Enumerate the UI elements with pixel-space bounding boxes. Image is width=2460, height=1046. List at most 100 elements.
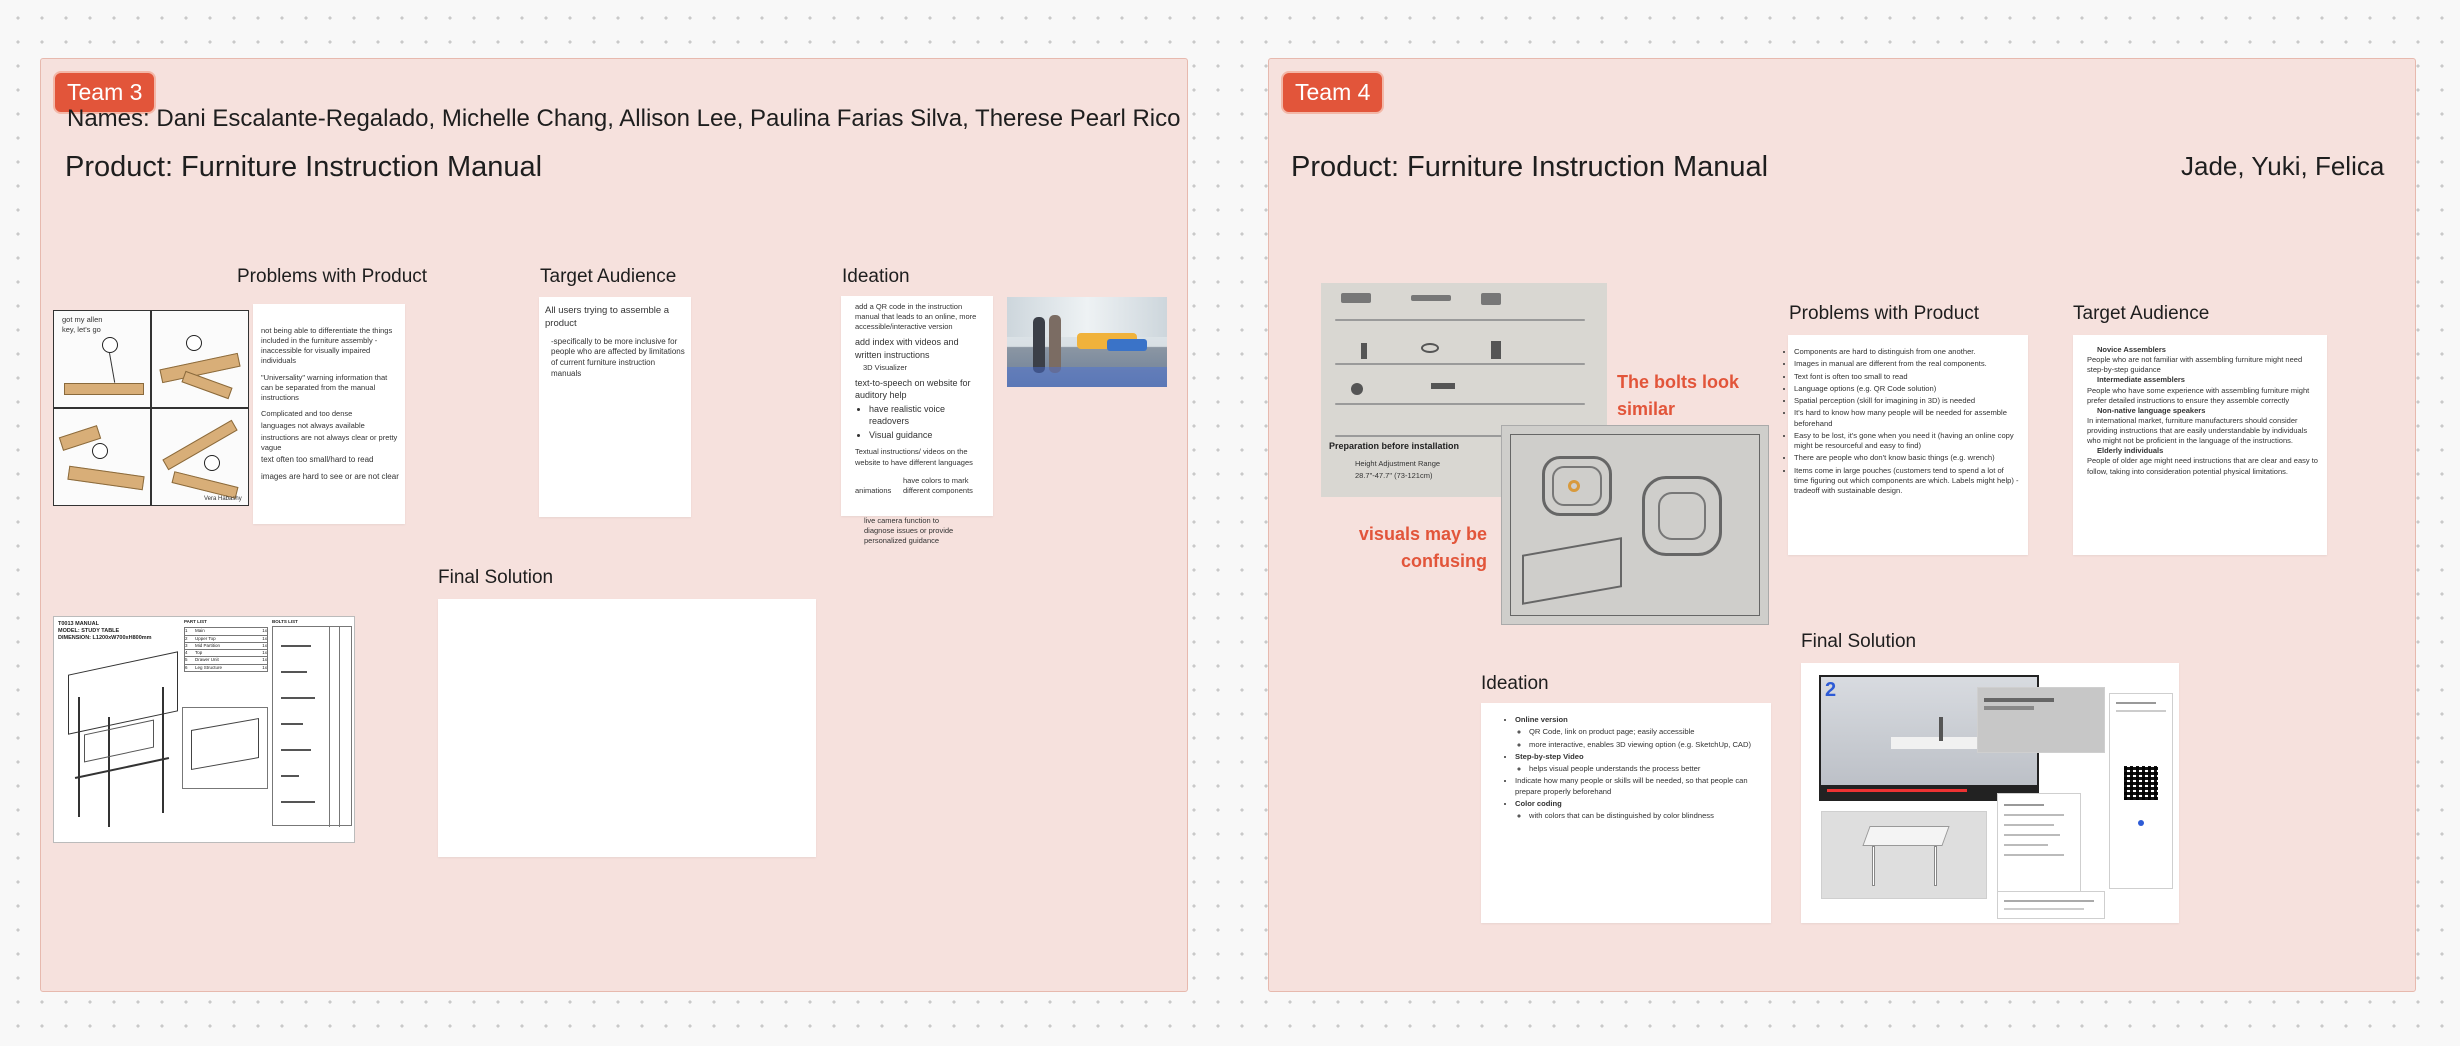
team3-manual-image: T0013 MANUAL MODEL: STUDY TABLE DIMENSIO…: [53, 616, 355, 843]
manual-model: MODEL: STUDY TABLE: [58, 628, 120, 635]
team3-audience-heading: Target Audience: [540, 266, 677, 287]
ideation-item: Indicate how many people or skills will …: [1515, 776, 1763, 797]
team3-frame[interactable]: Team 3 Names: Dani Escalante-Regalado, M…: [40, 58, 1188, 992]
problem-item: instructions are not always clear or pre…: [261, 433, 398, 453]
team3-final-heading: Final Solution: [438, 567, 554, 588]
team3-problems-card[interactable]: not being able to differentiate the thin…: [253, 304, 405, 524]
problem-item: It's hard to know how many people will b…: [1794, 408, 2020, 429]
final-table-snippet: [1997, 891, 2105, 919]
manual-part-no: 3: [185, 642, 188, 648]
audience-line: -specifically to be more inclusive for p…: [551, 336, 685, 379]
problem-item: languages not always available: [261, 421, 365, 430]
team4-note-visuals: visuals may be confusing: [1358, 524, 1487, 571]
problem-item: Spatial perception (skill for imagining …: [1794, 396, 2020, 406]
problem-item: Items come in large pouches (customers t…: [1794, 466, 2020, 497]
manual-part-name: Leg Structure: [195, 664, 223, 670]
final-screenshot-1: [1977, 687, 2105, 753]
manual-part-name: Top: [195, 650, 203, 656]
ideation-item: Online version: [1515, 715, 1763, 725]
team4-names: Jade, Yuki, Felica: [2181, 151, 2385, 181]
manual-photo-sub: Height Adjustment Range: [1355, 459, 1441, 468]
manual-part-name: Main: [195, 628, 205, 634]
audience-group-title: Non-native language speakers: [2097, 405, 2206, 415]
manual-part-qty: 1x: [262, 664, 267, 670]
team4-final-card[interactable]: 2: [1801, 663, 2179, 923]
ideation-item: text-to-speech on website for auditory h…: [855, 377, 971, 400]
final-qr-page: [2109, 693, 2173, 889]
manual-photo-label: Preparation before installation: [1329, 441, 1460, 451]
ideation-item: animations: [855, 485, 892, 495]
team4-product-title: Product: Furniture Instruction Manual: [1291, 151, 1769, 183]
problem-item: Images in manual are different from the …: [1794, 359, 2020, 369]
manual-bolts-list-title: BOLTS LIST: [272, 619, 298, 624]
manual-title: T0013 MANUAL: [58, 621, 99, 627]
manual-part-name: Drawer Unit: [195, 657, 219, 663]
ideation-item: 3D Visualizer: [863, 362, 908, 372]
ideation-item: Color coding: [1515, 799, 1763, 809]
ideation-bullet: Visual guidance: [869, 429, 987, 441]
ideation-sub: more interactive, enables 3D viewing opt…: [1529, 740, 1763, 750]
audience-group-text: People who are not familiar with assembl…: [2087, 355, 2303, 375]
team3-showroom-photo: [1007, 297, 1167, 387]
manual-part-no: 1: [185, 628, 188, 634]
manual-dimension: DIMENSION: L1200xW700xH800mm: [58, 635, 152, 642]
team4-audience-heading: Target Audience: [2073, 303, 2210, 324]
ideation-item: Step-by-step Video: [1515, 752, 1763, 762]
problem-item: Components are hard to distinguish from …: [1794, 347, 2020, 357]
manual-part-list-title: PART LIST: [184, 619, 207, 624]
manual-part-no: 5: [185, 657, 188, 663]
problem-item: Text font is often too small to read: [1794, 372, 2020, 382]
audience-group-text: In international market, furniture manuf…: [2087, 415, 2308, 446]
team3-final-card[interactable]: [438, 599, 816, 857]
team4-problems-card[interactable]: Components are hard to distinguish from …: [1788, 335, 2028, 555]
manual-part-no: 4: [185, 650, 188, 656]
problem-item: images are hard to see or are not clear: [261, 472, 399, 482]
team4-ideation-card[interactable]: Online version QR Code, link on product …: [1481, 703, 1771, 923]
team3-ideation-heading: Ideation: [842, 266, 910, 287]
team4-frame[interactable]: Team 4 Product: Furniture Instruction Ma…: [1268, 58, 2416, 992]
team4-problems-heading: Problems with Product: [1789, 303, 1980, 324]
team3-product-title: Product: Furniture Instruction Manual: [65, 151, 543, 183]
problem-item: There are people who don't know basic th…: [1794, 453, 2020, 463]
team4-audience-card[interactable]: Novice Assemblers People who are not fam…: [2073, 335, 2327, 555]
ideation-sub: with colors that can be distinguished by…: [1529, 811, 1763, 821]
team4-tag[interactable]: Team 4: [1281, 71, 1385, 114]
team4-ideation-heading: Ideation: [1481, 673, 1549, 694]
manual-photo-sub2: 28.7"-47.7" (73-121cm): [1355, 471, 1433, 480]
manual-part-name: Mid Partition: [195, 642, 221, 648]
team3-sketch-image: got my allen key, let's go Vera Habashy: [53, 310, 249, 506]
final-color-list: [1997, 793, 2081, 903]
manual-part-name: Upper Top: [195, 635, 216, 641]
team3-names: Names: Dani Escalante-Regalado, Michelle…: [67, 105, 1181, 132]
final-slide-number: 2: [1825, 679, 1837, 701]
ideation-sub: QR Code, link on product page; easily ac…: [1529, 727, 1763, 737]
team3-ideation-card[interactable]: add a QR code in the instruction manual …: [841, 296, 993, 516]
problem-item: not being able to differentiate the thin…: [261, 326, 393, 366]
problem-item: Language options (e.g. QR Code solution): [1794, 384, 2020, 394]
ideation-bullet: have realistic voice readovers: [869, 403, 987, 427]
ideation-item: add index with videos and written instru…: [855, 337, 959, 360]
manual-part-qty: 1x: [262, 628, 267, 634]
audience-group-text: People of older age might need instructi…: [2087, 456, 2318, 476]
ideation-item: Textual instructions/ videos on the webs…: [855, 447, 973, 467]
manual-part-qty: 1x: [262, 635, 267, 641]
team3-ideation-extra-note: live camera function to diagnose issues …: [864, 516, 954, 546]
team4-final-heading: Final Solution: [1801, 631, 1917, 652]
manual-part-qty: 1x: [262, 642, 267, 648]
audience-group-text: People who have some experience with ass…: [2087, 385, 2310, 405]
manual-part-qty: 1x: [262, 657, 267, 663]
manual-part-no: 2: [185, 635, 188, 641]
manual-part-qty: 1x: [262, 650, 267, 656]
problem-item: text often too small/hard to read: [261, 455, 374, 465]
audience-group-title: Novice Assemblers: [2097, 345, 2166, 354]
audience-line: All users trying to assemble a product: [545, 305, 670, 329]
team4-manual-photo-2: [1501, 425, 1769, 625]
problem-item: "Universality" warning information that …: [261, 372, 388, 402]
team3-audience-card[interactable]: All users trying to assemble a product -…: [539, 297, 691, 517]
audience-group-title: Intermediate assemblers: [2097, 375, 2185, 385]
problem-item: Easy to be lost, it's gone when you need…: [1794, 431, 2020, 452]
manual-part-no: 6: [185, 664, 188, 670]
problem-item: Complicated and too dense: [261, 408, 353, 418]
ideation-item: have colors to mark different components: [903, 475, 973, 495]
team4-note-bolts: The bolts look similar: [1617, 372, 1740, 419]
